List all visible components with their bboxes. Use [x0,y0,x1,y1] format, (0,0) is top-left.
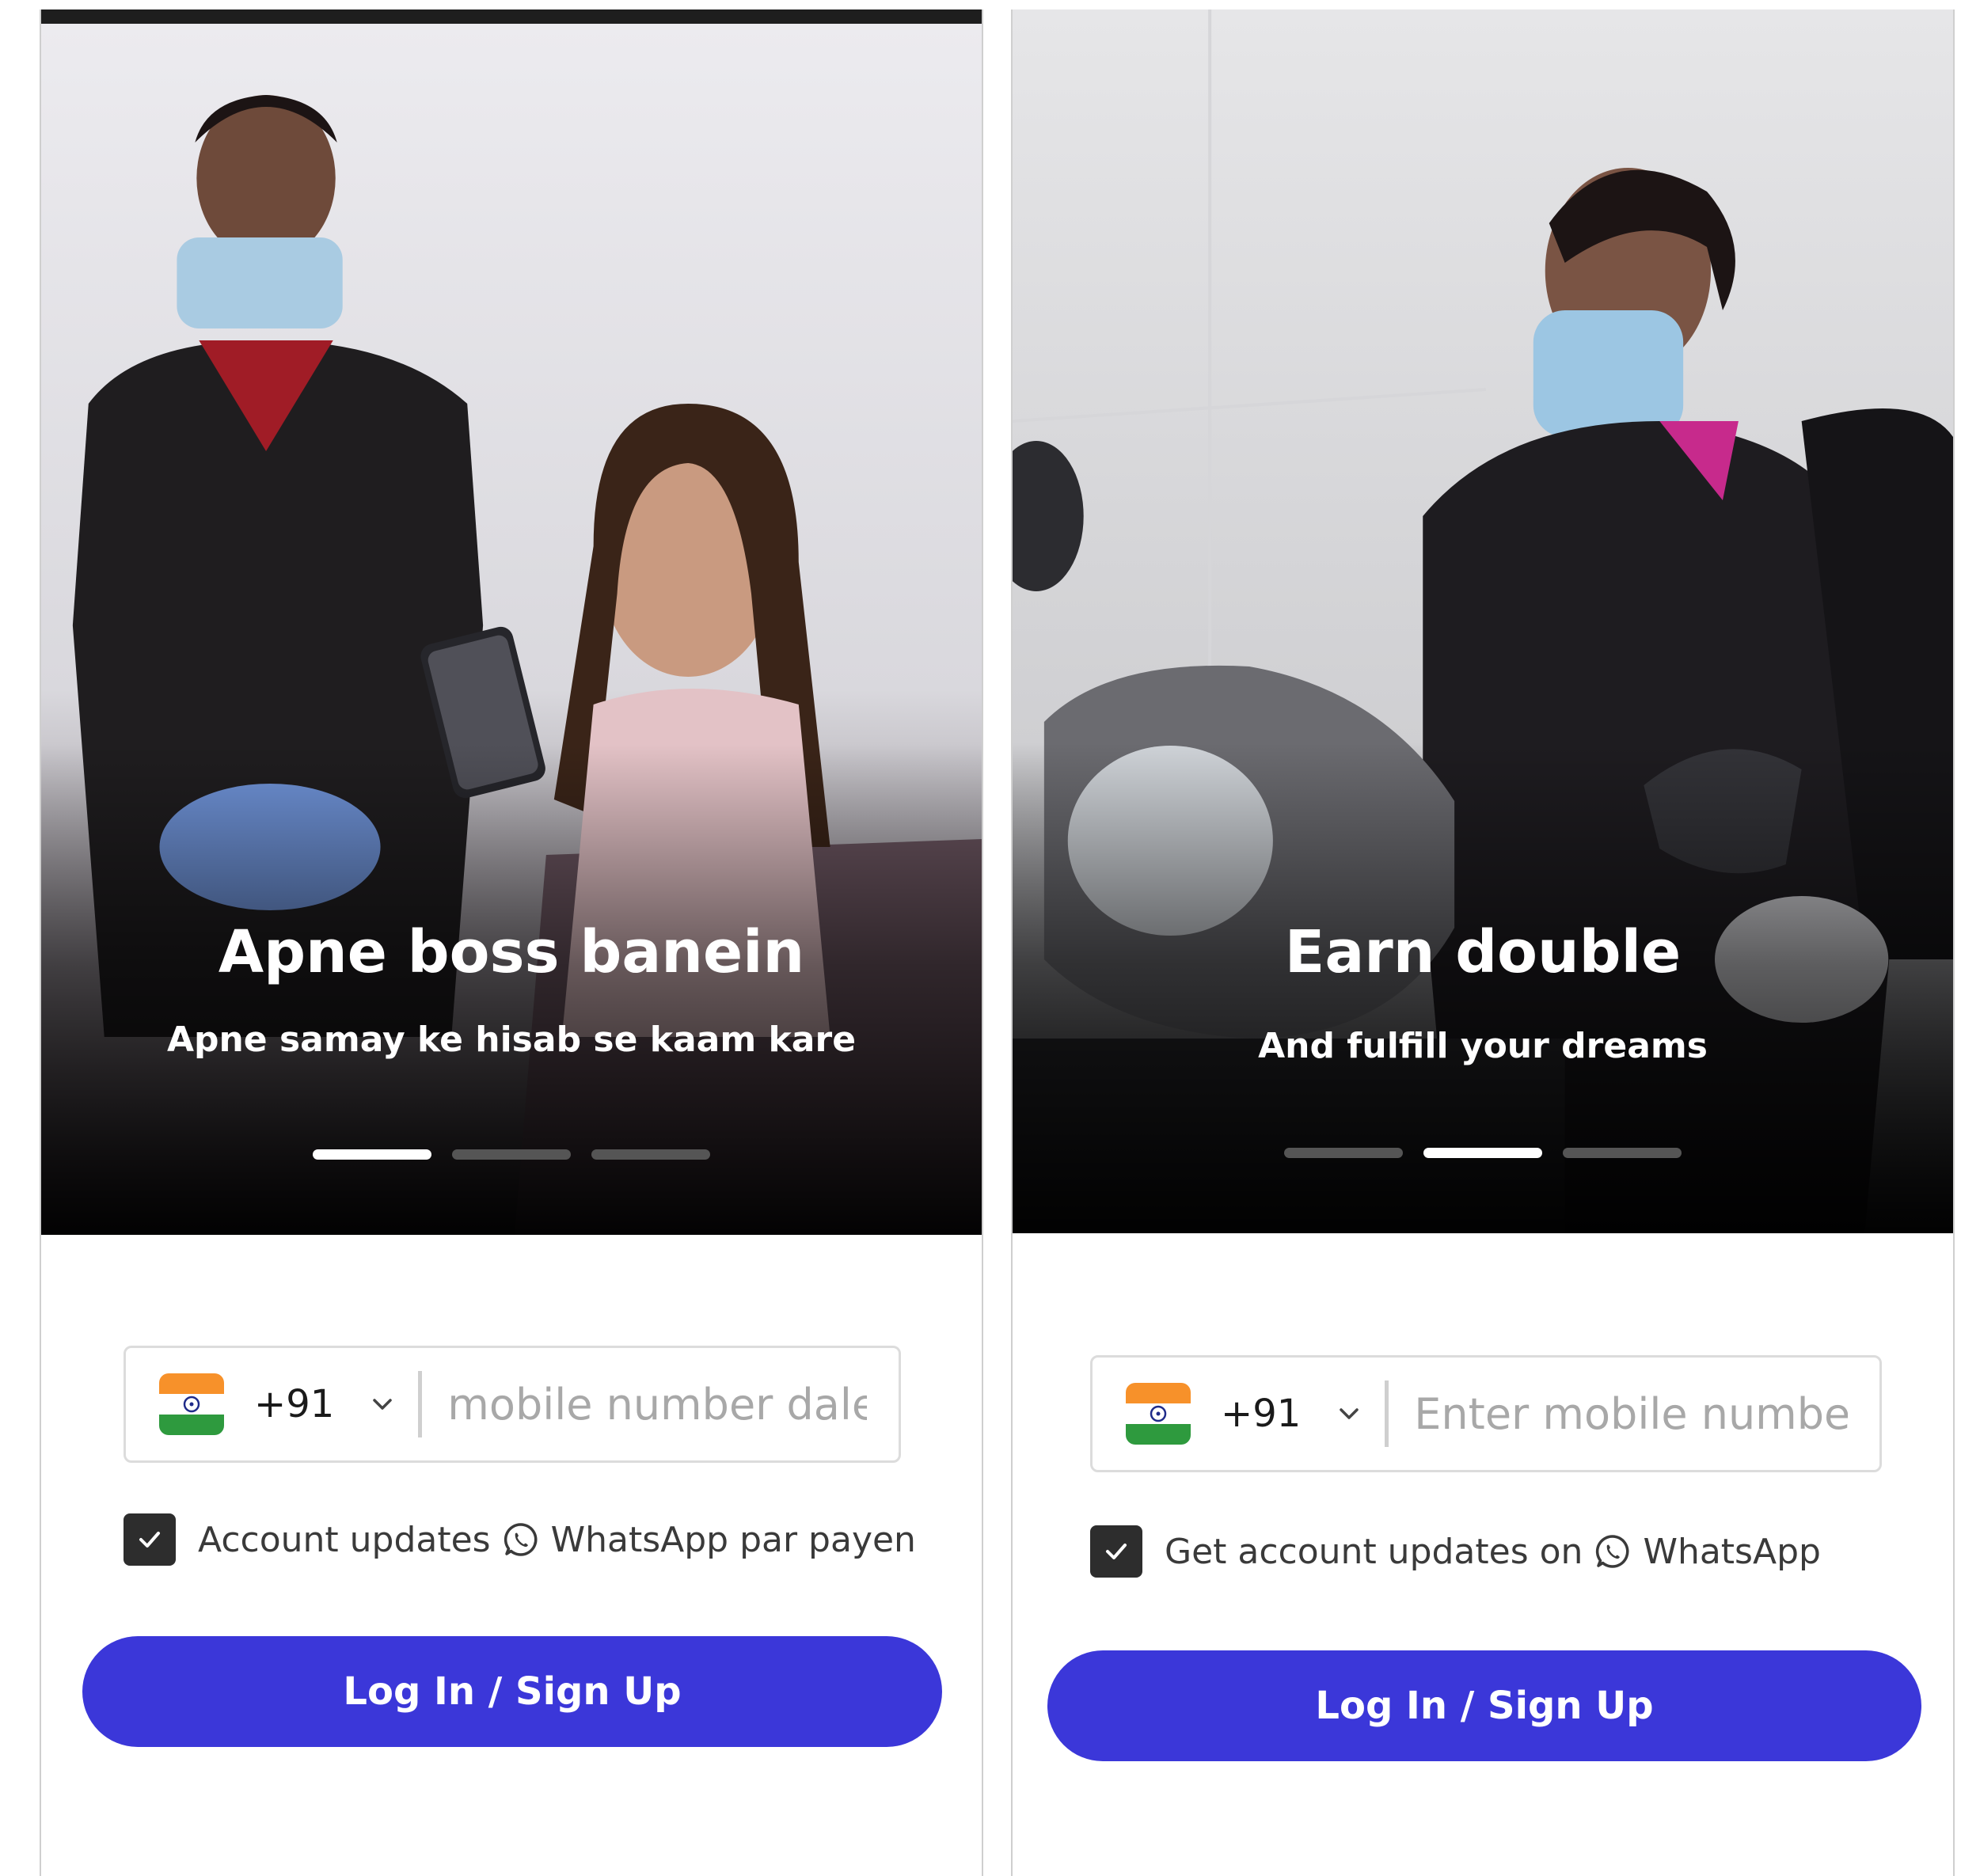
hero-title: Earn double [1284,918,1682,986]
consent-label: Get account updates on WhatsApp [1165,1532,1821,1572]
carousel-indicator [41,1149,982,1160]
consent-text-before: Get account updates on [1165,1531,1583,1572]
carousel-dot-3[interactable] [591,1149,710,1160]
india-flag-icon[interactable] [159,1373,224,1435]
carousel-dot-3[interactable] [1563,1148,1682,1158]
hero-gradient-overlay [41,744,982,1235]
login-screen-english: Earn double And fulfill your dreams +91 [1011,9,1955,1876]
whatsapp-consent-checkbox[interactable] [1090,1525,1142,1578]
consent-text-after: WhatsApp par payen [550,1519,916,1560]
whatsapp-consent: Get account updates on WhatsApp [1090,1525,1821,1578]
hero-subtitle: And fulfill your dreams [1258,1026,1708,1066]
login-signup-button[interactable]: Log In / Sign Up [82,1636,942,1747]
mobile-number-input[interactable] [447,1379,867,1430]
chevron-down-icon[interactable] [1336,1400,1362,1427]
check-icon [1106,1544,1127,1559]
hero-gradient-overlay [1013,742,1953,1233]
carousel-indicator [1013,1148,1953,1158]
field-divider [418,1371,423,1437]
login-signup-button[interactable]: Log In / Sign Up [1047,1650,1921,1761]
consent-text-after: WhatsApp [1643,1531,1821,1572]
carousel-dot-1[interactable] [1284,1148,1403,1158]
consent-label: Account updates WhatsApp par payen [198,1520,916,1560]
whatsapp-icon [502,1521,540,1559]
country-code[interactable]: +91 [1221,1392,1301,1436]
phone-number-field: +91 [1090,1355,1882,1472]
chevron-down-icon[interactable] [369,1391,396,1418]
carousel-dot-2[interactable] [452,1149,571,1160]
onboarding-carousel[interactable]: Apne boss banein Apne samay ke hisab se … [41,24,982,1235]
whatsapp-consent: Account updates WhatsApp par payen [124,1513,916,1566]
status-bar [41,9,982,24]
carousel-dot-1[interactable] [313,1149,431,1160]
country-code[interactable]: +91 [254,1382,334,1426]
mobile-number-input[interactable] [1414,1388,1848,1439]
hero-title: Apne boss banein [218,918,805,986]
hero-subtitle: Apne samay ke hisab se kaam kare [166,1020,857,1060]
onboarding-carousel[interactable]: Earn double And fulfill your dreams [1013,9,1953,1233]
india-flag-icon[interactable] [1126,1383,1191,1445]
whatsapp-consent-checkbox[interactable] [124,1513,176,1566]
login-screen-hindi: Apne boss banein Apne samay ke hisab se … [40,9,983,1876]
consent-text-before: Account updates [198,1519,491,1560]
carousel-dot-2[interactable] [1423,1148,1542,1158]
check-icon [139,1532,160,1548]
whatsapp-icon [1594,1532,1632,1570]
field-divider [1385,1380,1389,1447]
phone-number-field: +91 [124,1346,901,1463]
